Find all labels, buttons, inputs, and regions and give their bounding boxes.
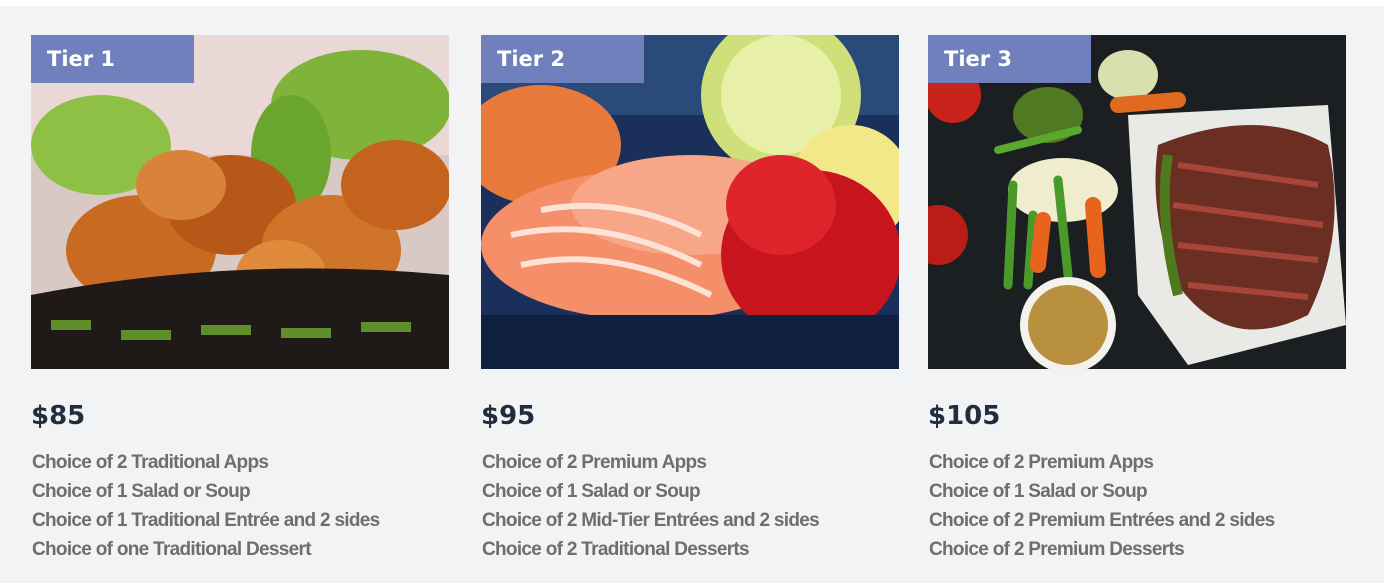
feature-item: Choice of 2 Premium Desserts [929,539,1185,560]
tier-card-3: Tier 3 $105 Choice of 2 Premium Apps Cho… [928,35,1346,564]
feature-item: Choice of 2 Traditional Desserts [482,539,750,560]
feature-list: Choice of 2 Traditional Apps Choice of 1… [32,448,449,564]
feature-item: Choice of 2 Traditional Apps [32,452,269,473]
tier-badge: Tier 1 [31,35,194,83]
tier-price: $105 [928,401,1001,431]
feature-item: Choice of 2 Premium Entrées and 2 sides [929,510,1275,531]
steak-vegetables-photo: Tier 3 [928,35,1346,369]
salmon-sashimi-photo: Tier 2 [481,35,899,369]
feature-item: Choice of 1 Traditional Entrée and 2 sid… [32,510,380,531]
tier-badge: Tier 2 [481,35,644,83]
feature-item: Choice of 1 Salad or Soup [482,481,701,502]
feature-item: Choice of 2 Mid-Tier Entrées and 2 sides [482,510,820,531]
feature-list: Choice of 2 Premium Apps Choice of 1 Sal… [482,448,899,564]
tier-card-2: Tier 2 $95 Choice of 2 Premium Apps Choi… [481,35,899,564]
fried-chicken-photo: Tier 1 [31,35,449,369]
pricing-panel: Tier 1 $85 Choice of 2 Traditional Apps … [0,6,1384,583]
feature-item: Choice of 1 Salad or Soup [32,481,251,502]
feature-list: Choice of 2 Premium Apps Choice of 1 Sal… [929,448,1346,564]
tier-card-1: Tier 1 $85 Choice of 2 Traditional Apps … [31,35,449,564]
feature-item: Choice of 2 Premium Apps [482,452,707,473]
tier-price: $95 [481,401,536,431]
feature-item: Choice of one Traditional Dessert [32,539,312,560]
feature-item: Choice of 2 Premium Apps [929,452,1154,473]
tier-badge: Tier 3 [928,35,1091,83]
tier-price: $85 [31,401,86,431]
feature-item: Choice of 1 Salad or Soup [929,481,1148,502]
